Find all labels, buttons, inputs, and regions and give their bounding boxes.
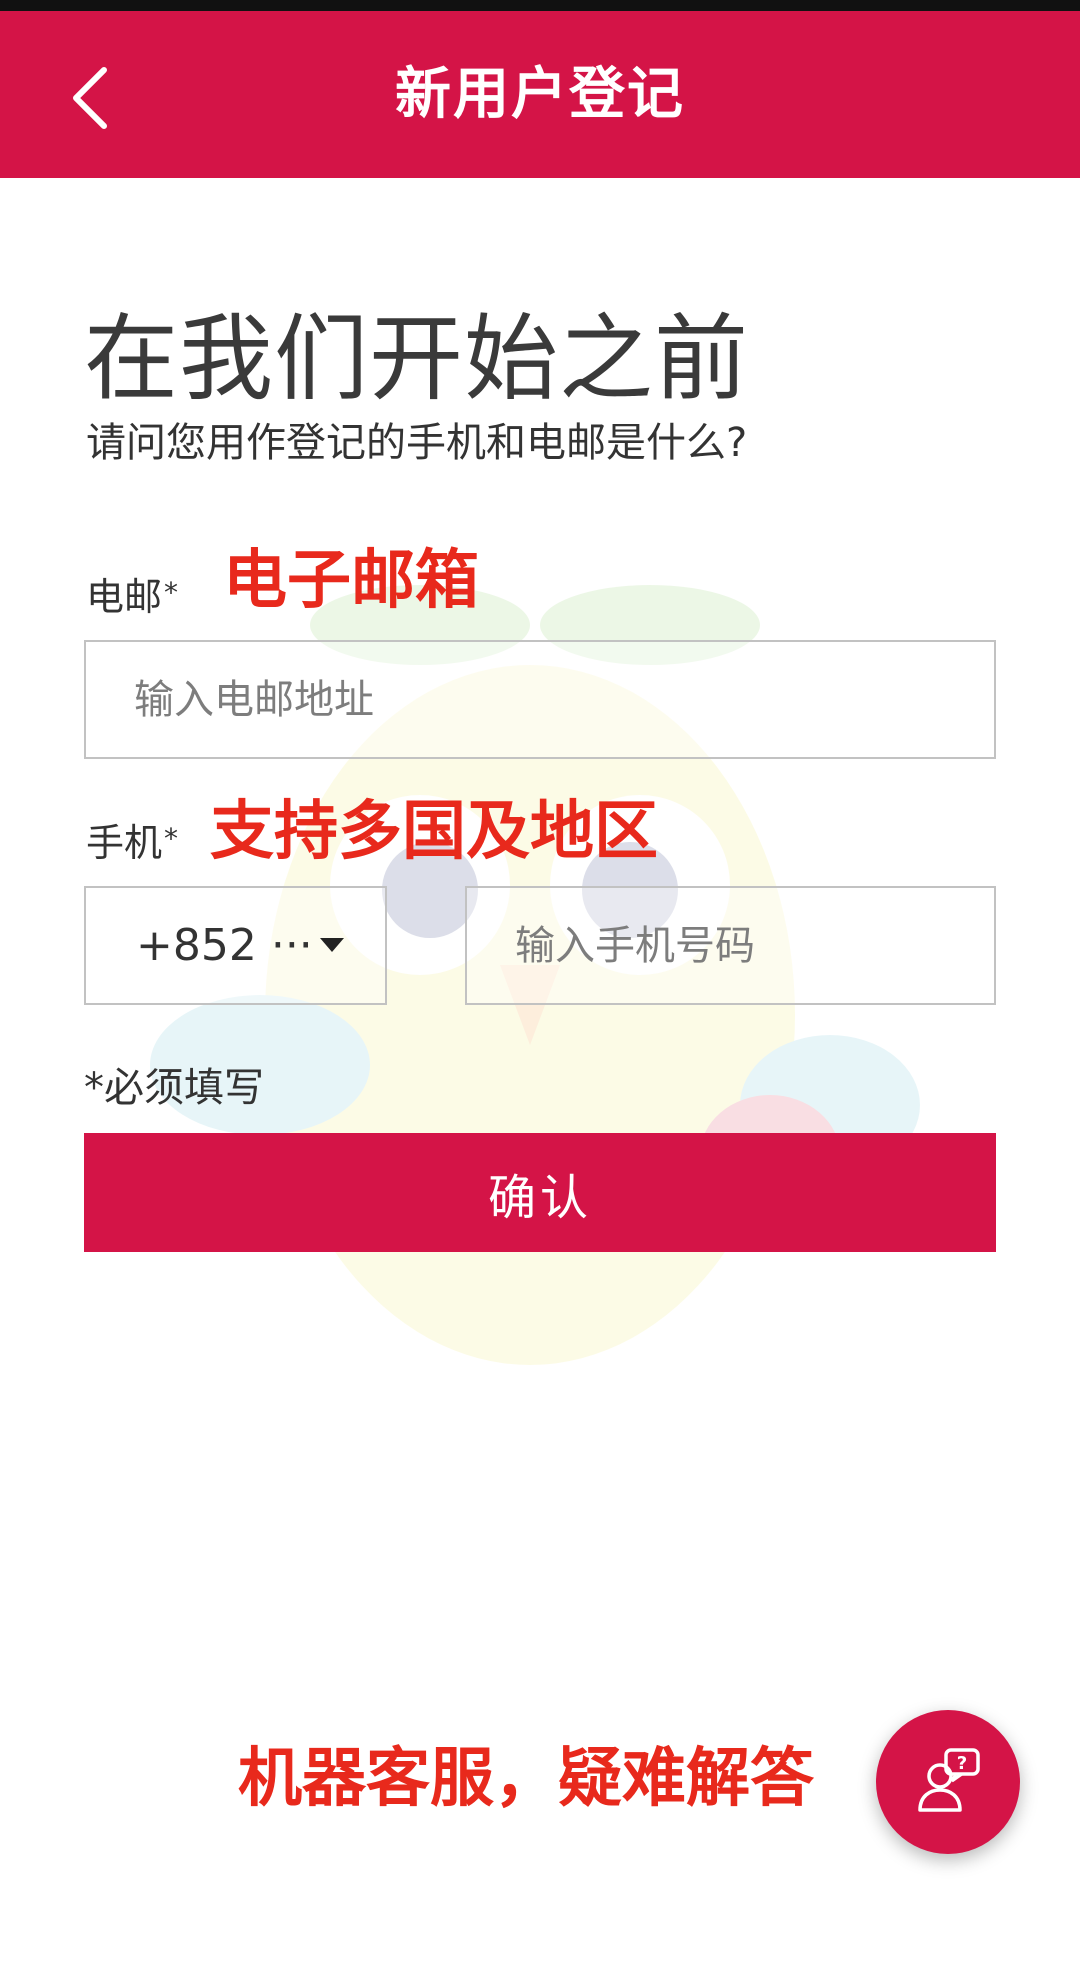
required-note: *必须填写 [84,1065,264,1111]
status-bar-strip [0,0,1080,11]
intro-heading: 在我们开始之前 [84,305,750,414]
country-code-value: +852 ··· [136,920,313,971]
email-annotation: 电子邮箱 [223,544,479,618]
country-code-select[interactable]: +852 ··· [84,886,387,1005]
caret-down-icon [320,938,344,952]
email-label: 电邮* [86,572,178,622]
support-annotation: 机器客服，疑难解答 [238,1742,814,1816]
back-button[interactable] [62,58,122,138]
app-header: 新用户登记 [0,11,1080,178]
phone-label: 手机* [86,818,178,868]
phone-label-text: 手机 [86,821,163,865]
phone-number-field[interactable] [465,886,996,1005]
help-chat-agent-icon: ? [918,1748,980,1812]
phone-required-mark: * [164,822,179,855]
confirm-button[interactable]: 确认 [84,1133,996,1252]
phone-annotation: 支持多国及地区 [210,795,658,869]
email-label-text: 电邮 [86,575,163,619]
intro-subheading: 请问您用作登记的手机和电邮是什么? [86,420,748,466]
support-chat-button[interactable]: ? [876,1710,1020,1854]
chevron-left-icon [73,67,107,129]
page-title: 新用户登记 [395,62,685,127]
email-field[interactable] [84,640,996,759]
email-required-mark: * [164,576,179,609]
svg-text:?: ? [957,1753,967,1774]
